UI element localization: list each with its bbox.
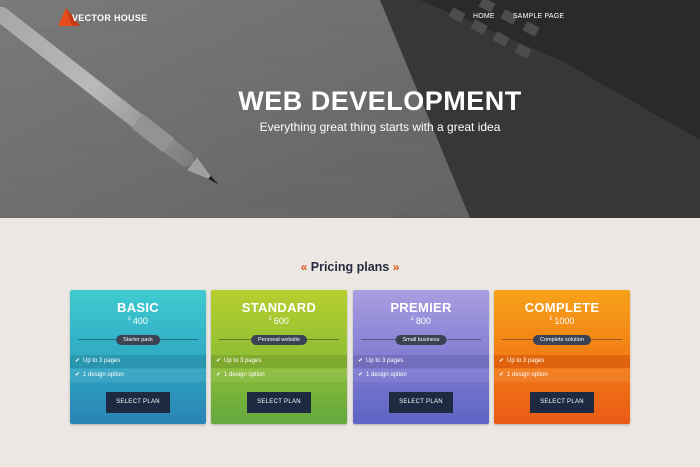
feature-row: ✔ 1 design option <box>70 369 206 382</box>
hero-banner: VECTOR HOUSE HOME SAMPLE PAGE WEB DEVELO… <box>0 0 700 218</box>
check-icon: ✔ <box>499 358 505 364</box>
plan-name: STANDARD <box>241 300 317 315</box>
feature-label: Up to 3 pages <box>83 358 121 364</box>
plan-tag: Complete solution <box>532 335 592 345</box>
feature-label: Up to 3 pages <box>366 358 404 364</box>
plan-price-value: 1000 <box>554 316 575 326</box>
plan-card-premier: PREMIER £800 Small business ✔ Up to 3 pag… <box>353 290 489 424</box>
plan-card-standard: STANDARD £600 Personal website ✔ Up to 3 … <box>211 290 347 424</box>
select-plan-button[interactable]: SELECT PLAN <box>389 392 453 413</box>
feature-label: 1 design option <box>224 372 265 378</box>
feature-label: 1 design option <box>366 372 407 378</box>
plan-card-complete: COMPLETE £1000 Complete solution ✔ Up to … <box>494 290 630 424</box>
plan-card-basic: BASIC £400 Starter pack ✔ Up to 3 pages ✔… <box>70 290 206 424</box>
logo-text: VECTOR HOUSE <box>72 13 148 23</box>
feature-row: ✔ Up to 3 pages <box>211 355 347 368</box>
plan-tag: Personal website <box>251 335 307 345</box>
plan-price: £600 <box>211 316 347 326</box>
feature-row: ✔ 1 design option <box>494 369 630 382</box>
check-icon: ✔ <box>216 358 222 364</box>
plan-tag: Starter pack <box>116 335 160 345</box>
plan-price: £400 <box>70 316 206 326</box>
plan-price: £1000 <box>494 316 630 326</box>
pricing-heading: « Pricing plans » <box>0 260 700 274</box>
plan-name: BASIC <box>117 300 159 315</box>
site-logo[interactable]: VECTOR HOUSE <box>58 8 147 26</box>
plan-tag: Small business <box>395 335 447 345</box>
currency-symbol: £ <box>549 316 553 322</box>
feature-label: 1 design option <box>507 372 548 378</box>
select-plan-button[interactable]: SELECT PLAN <box>530 392 594 413</box>
hero-title: WEB DEVELOPMENT <box>238 86 522 116</box>
nav-sample-page[interactable]: SAMPLE PAGE <box>513 13 564 20</box>
feature-row: ✔ Up to 3 pages <box>353 355 489 368</box>
check-icon: ✔ <box>75 372 81 378</box>
pricing-title: Pricing plans <box>310 260 390 274</box>
plan-price-value: 600 <box>273 316 289 326</box>
nav-home[interactable]: HOME <box>473 13 495 20</box>
feature-row: ✔ 1 design option <box>211 369 347 382</box>
plan-price: £800 <box>353 316 489 326</box>
quote-close: » <box>392 260 400 274</box>
feature-row: ✔ Up to 3 pages <box>70 355 206 368</box>
feature-label: 1 design option <box>83 372 124 378</box>
check-icon: ✔ <box>216 372 222 378</box>
main-nav: HOME SAMPLE PAGE <box>473 13 564 20</box>
feature-label: Up to 3 pages <box>224 358 262 364</box>
hero-subtitle: Everything great thing starts with a gre… <box>259 120 501 134</box>
feature-label: Up to 3 pages <box>507 358 545 364</box>
quote-open: « <box>300 260 308 274</box>
currency-symbol: £ <box>411 316 414 322</box>
plan-name: PREMIER <box>390 300 452 315</box>
select-plan-button[interactable]: SELECT PLAN <box>247 392 311 413</box>
currency-symbol: £ <box>128 316 131 322</box>
check-icon: ✔ <box>358 372 364 378</box>
select-plan-button[interactable]: SELECT PLAN <box>106 392 170 413</box>
check-icon: ✔ <box>499 372 505 378</box>
feature-row: ✔ Up to 3 pages <box>494 355 630 368</box>
plan-price-value: 800 <box>415 316 431 326</box>
feature-row: ✔ 1 design option <box>353 369 489 382</box>
check-icon: ✔ <box>75 358 81 364</box>
currency-symbol: £ <box>269 316 272 322</box>
check-icon: ✔ <box>358 358 364 364</box>
plan-name: COMPLETE <box>524 300 600 315</box>
plan-price-value: 400 <box>132 316 148 326</box>
